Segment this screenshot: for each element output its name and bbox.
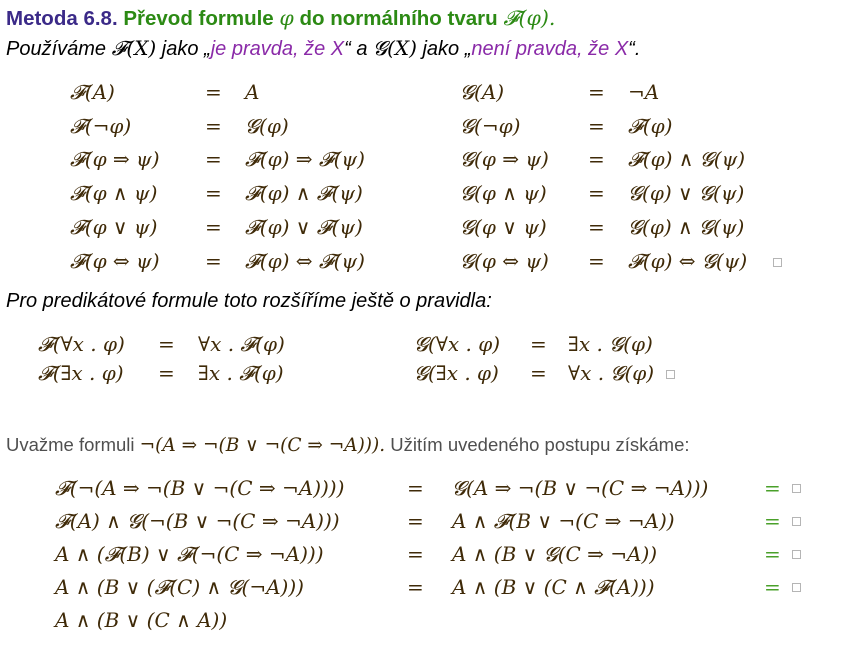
qed-box [666, 370, 675, 379]
pred-eq: = [158, 332, 175, 356]
rule-eq: = [588, 249, 605, 273]
qed-box [792, 517, 801, 526]
step-left: A ∧ (B ∨ (𝓕(C) ∧ 𝓖(¬A))) [55, 575, 304, 599]
step-green-eq: = [764, 509, 781, 533]
pred-eq: = [158, 361, 175, 385]
example-intro: Uvažme formuli ¬(A ⇒ ¬(B ∨ ¬(C ⇒ ¬A))). … [6, 434, 690, 456]
example-formula: ¬(A ⇒ ¬(B ∨ ¬(C ⇒ ¬A))). [139, 435, 386, 456]
qed-box [792, 484, 801, 493]
rule-r1: 𝓖(φ) [245, 114, 289, 138]
rule-eq: = [588, 215, 605, 239]
rule-r1: 𝓕(φ) ⇒ 𝓕(ψ) [245, 147, 365, 171]
step-right: 𝓖(A ⇒ ¬(B ∨ ¬(C ⇒ ¬A))) [452, 476, 709, 500]
rule-r2: 𝓕(φ) ⇔ 𝓖(ψ) [628, 249, 748, 273]
pred-eq: = [530, 332, 547, 356]
rule-l2: 𝓖(φ ∧ ψ) [460, 181, 547, 205]
pred-l1: 𝓕(∀x . φ) [38, 332, 125, 356]
rule-r1: A [245, 80, 260, 104]
rule-eq: = [205, 181, 222, 205]
intro-p1: je pravda, že X [210, 38, 345, 60]
rule-l2: 𝓖(A) [460, 80, 505, 104]
step-eq: = [407, 509, 424, 533]
rule-r2: 𝓕(φ) [628, 114, 673, 138]
rule-l2: 𝓖(φ ⇔ ψ) [460, 249, 549, 273]
step-eq: = [407, 476, 424, 500]
title-text-b: do normálního tvaru [299, 7, 498, 30]
rule-eq: = [588, 80, 605, 104]
intro-line: Používáme 𝓕(X) jako „je pravda, že X“ a … [6, 36, 640, 61]
step-left: 𝓕(A) ∧ 𝓖(¬(B ∨ ¬(C ⇒ ¬A))) [55, 509, 340, 533]
step-green-eq: = [764, 476, 781, 500]
rule-eq: = [588, 181, 605, 205]
rule-eq: = [588, 114, 605, 138]
predicate-intro: Pro predikátové formule toto rozšíříme j… [6, 290, 492, 312]
rule-l2: 𝓖(φ ⇒ ψ) [460, 147, 549, 171]
title-phi: φ [279, 6, 294, 30]
pred-l2: 𝓖(∃x . φ) [414, 361, 499, 385]
rule-r1: 𝓕(φ) ∧ 𝓕(ψ) [245, 181, 363, 205]
pred-r1: ∃x . 𝓕(φ) [198, 361, 284, 385]
rule-l1: 𝓕(φ ∧ ψ) [70, 181, 158, 205]
qed-box [792, 583, 801, 592]
pred-r2: ∃x . 𝓖(φ) [568, 332, 653, 356]
rule-r2: ¬A [628, 80, 660, 104]
step-green-eq: = [764, 575, 781, 599]
intro-t2: jako „ [161, 38, 211, 60]
step-green-eq: = [764, 542, 781, 566]
intro-t4: jako „ [422, 38, 472, 60]
rule-r1: 𝓕(φ) ⇔ 𝓕(ψ) [245, 249, 365, 273]
rule-l2: 𝓖(φ ∨ ψ) [460, 215, 547, 239]
example-t1: Uvažme formuli [6, 434, 135, 455]
rule-l1: 𝓕(A) [70, 80, 115, 104]
title-text-a: Převod formule [123, 7, 274, 30]
pred-l1: 𝓕(∃x . φ) [38, 361, 124, 385]
step-right: A ∧ (B ∨ 𝓖(C ⇒ ¬A)) [452, 542, 658, 566]
rule-l2: 𝓖(¬φ) [460, 114, 521, 138]
rule-l1: 𝓕(φ ⇔ ψ) [70, 249, 160, 273]
step-right: A ∧ 𝓕(B ∨ ¬(C ⇒ ¬A)) [452, 509, 675, 533]
step-left: A ∧ (𝓕(B) ∨ 𝓕(¬(C ⇒ ¬A))) [55, 542, 324, 566]
rule-r1: 𝓕(φ) ∨ 𝓕(ψ) [245, 215, 363, 239]
rule-r2: 𝓖(φ) ∨ 𝓖(ψ) [628, 181, 745, 205]
rule-r2: 𝓖(φ) ∧ 𝓖(ψ) [628, 215, 745, 239]
intro-FX: 𝓕(X) [111, 36, 157, 60]
example-t2: Užitím uvedeného postupu získáme: [390, 434, 690, 455]
rule-eq: = [205, 147, 222, 171]
pred-eq: = [530, 361, 547, 385]
title-prefix: Metoda 6.8. [6, 7, 118, 30]
step-eq: = [407, 575, 424, 599]
method-title: Metoda 6.8. Převod formule φ do normální… [6, 6, 555, 31]
intro-t3: “ a [344, 38, 368, 60]
rule-eq: = [205, 249, 222, 273]
rule-eq: = [205, 114, 222, 138]
rule-r2: 𝓕(φ) ∧ 𝓖(ψ) [628, 147, 746, 171]
intro-t5: “. [628, 38, 641, 60]
rule-l1: 𝓕(¬φ) [70, 114, 132, 138]
step-final: A ∧ (B ∨ (C ∧ A)) [55, 608, 228, 632]
qed-box [792, 550, 801, 559]
rule-l1: 𝓕(φ ⇒ ψ) [70, 147, 160, 171]
qed-box [773, 258, 782, 267]
pred-r1: ∀x . 𝓕(φ) [198, 332, 285, 356]
step-eq: = [407, 542, 424, 566]
title-F-phi: 𝓕(φ). [503, 6, 556, 30]
rule-l1: 𝓕(φ ∨ ψ) [70, 215, 158, 239]
rule-eq: = [205, 80, 222, 104]
rule-eq: = [588, 147, 605, 171]
intro-GX: 𝓖(X) [373, 36, 417, 60]
intro-t1: Používáme [6, 38, 107, 60]
intro-p2: není pravda, že X [471, 38, 629, 60]
rule-eq: = [205, 215, 222, 239]
pred-l2: 𝓖(∀x . φ) [414, 332, 501, 356]
step-left: 𝓕(¬(A ⇒ ¬(B ∨ ¬(C ⇒ ¬A)))) [55, 476, 345, 500]
step-right: A ∧ (B ∨ (C ∧ 𝓕(A))) [452, 575, 655, 599]
pred-r2: ∀x . 𝓖(φ) [568, 361, 655, 385]
